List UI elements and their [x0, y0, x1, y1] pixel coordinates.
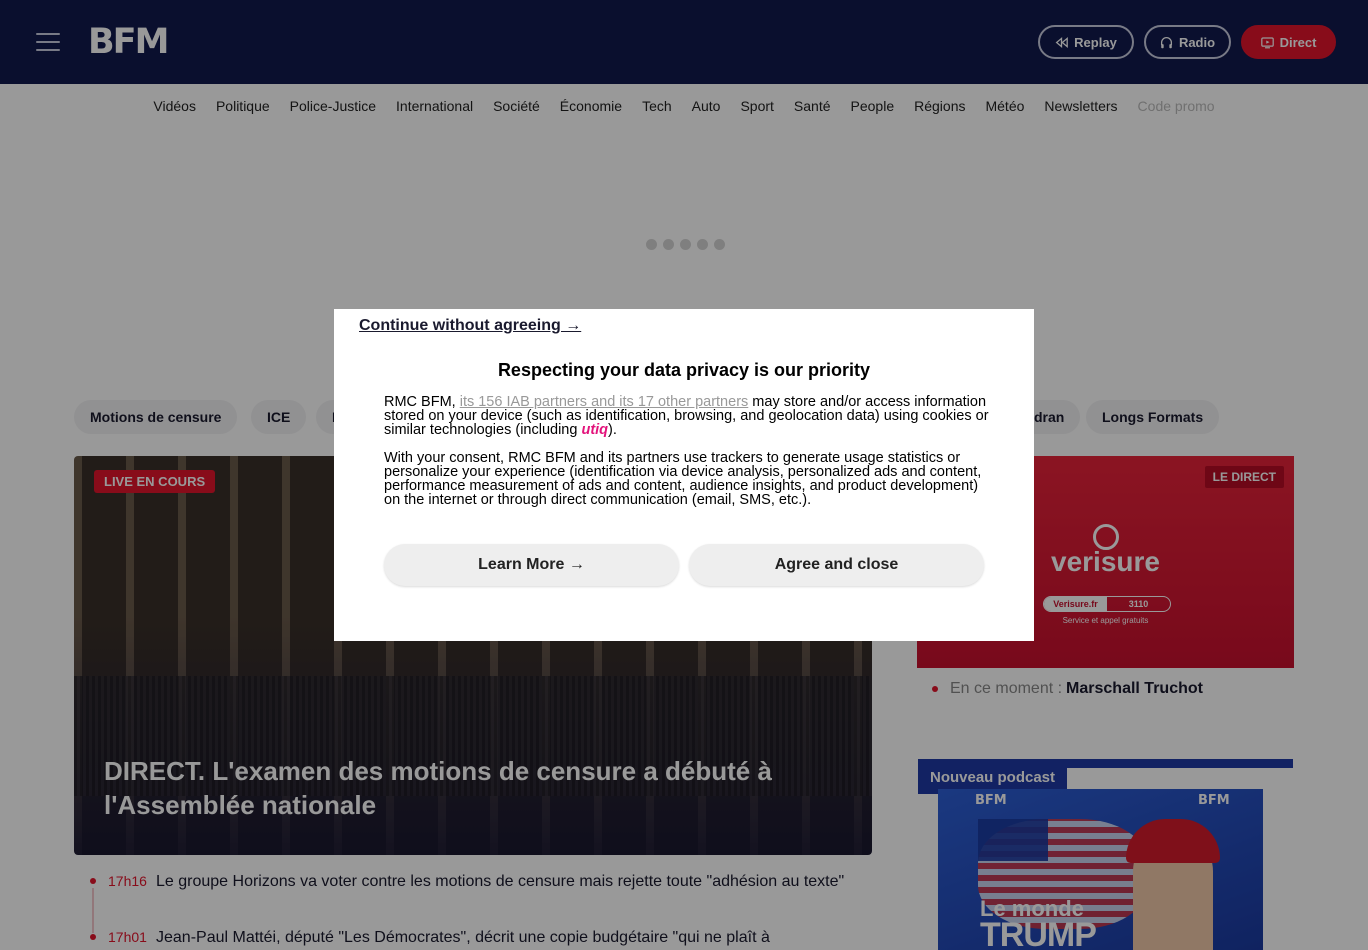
utiq-logo: utiq — [581, 422, 609, 438]
learn-more-button[interactable]: Learn More → — [384, 544, 679, 586]
consent-title: Respecting your data privacy is our prio… — [497, 360, 871, 380]
continue-without-agreeing-link[interactable]: Continue without agreeing → — [359, 317, 581, 335]
consent-paragraph-1: RMC BFM, its 156 IAB partners and its 17… — [384, 395, 989, 438]
agree-and-close-button[interactable]: Agree and close — [689, 544, 984, 586]
consent-paragraph-2: With your consent, RMC BFM and its partn… — [384, 450, 982, 508]
consent-p1-end: ). — [608, 422, 617, 438]
consent-dialog: Continue without agreeing → Respecting y… — [334, 309, 1034, 641]
